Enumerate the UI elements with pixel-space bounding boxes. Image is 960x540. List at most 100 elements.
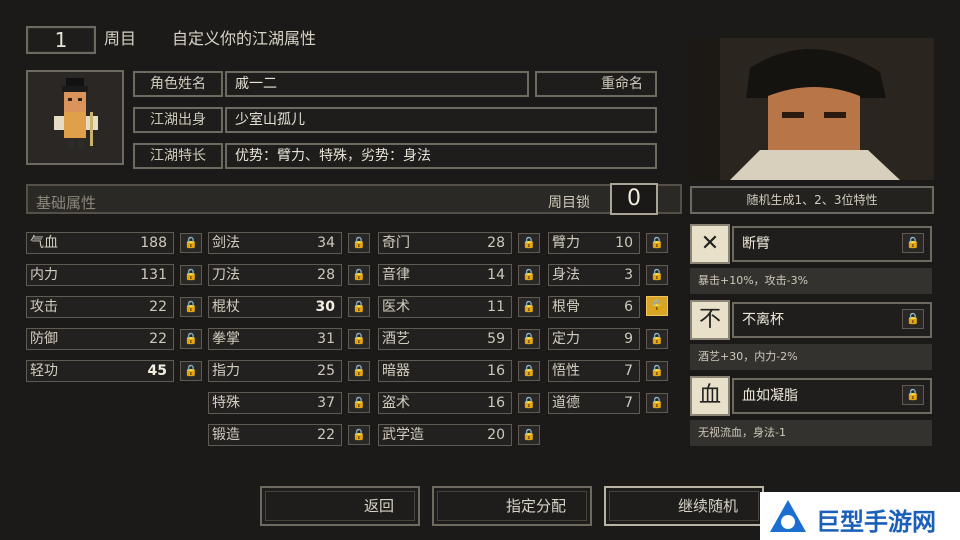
stat-name: 盗术 [382, 395, 410, 411]
lock-icon[interactable]: 🔒 [518, 233, 540, 253]
trait-desc: 暴击+10%，攻击-3% [690, 268, 932, 294]
trait-desc: 无视流血，身法-1 [690, 420, 932, 446]
lock-icon[interactable]: 🔒 [348, 265, 370, 285]
lock-icon[interactable]: 🔒 [518, 393, 540, 413]
name-field[interactable]: 戚一二 [225, 71, 529, 97]
trait-lock-icon[interactable]: 🔒 [902, 385, 924, 405]
lock-icon[interactable]: 🔒 [180, 233, 202, 253]
watermark-text: 巨型手游网 [816, 508, 936, 536]
stat-name: 攻击 [30, 299, 58, 315]
stat-value: 28 [317, 267, 335, 283]
stat-value: 28 [487, 235, 505, 251]
origin-value: 少室山孤儿 [225, 107, 657, 133]
stat-row: 攻击 22 [26, 296, 174, 318]
stat-row: 拳掌 31 [208, 328, 342, 350]
lock-icon[interactable]: 🔒 [518, 361, 540, 381]
stat-value: 10 [615, 235, 633, 251]
stat-value: 22 [149, 299, 167, 315]
stat-value: 16 [487, 395, 505, 411]
stat-row: 臂力 10 [548, 232, 640, 254]
stat-row: 奇门 28 [378, 232, 512, 254]
lock-icon[interactable]: 🔒 [180, 329, 202, 349]
watermark-logo-icon [770, 500, 806, 532]
lock-icon[interactable]: 🔒 [348, 297, 370, 317]
stat-row: 武学造 20 [378, 424, 512, 446]
lock-icon[interactable]: 🔒 [348, 329, 370, 349]
stat-row: 根骨 6 [548, 296, 640, 318]
stat-value: 3 [624, 267, 633, 283]
round-lock-label: 周目锁 [548, 195, 590, 211]
stat-row: 剑法 34 [208, 232, 342, 254]
stat-name: 酒艺 [382, 331, 410, 347]
stat-value: 7 [624, 363, 633, 379]
stat-name: 奇门 [382, 235, 410, 251]
cup-trait-icon: 不 [690, 300, 730, 340]
stat-row: 身法 3 [548, 264, 640, 286]
trait-lock-icon[interactable]: 🔒 [902, 233, 924, 253]
origin-label: 江湖出身 [133, 107, 223, 133]
lock-icon[interactable]: 🔒 [518, 425, 540, 445]
specialty-label: 江湖特长 [133, 143, 223, 169]
character-portrait [690, 38, 934, 180]
stat-row: 悟性 7 [548, 360, 640, 382]
lock-icon[interactable]: 🔒 [180, 361, 202, 381]
stat-value: 131 [140, 267, 167, 283]
lock-icon[interactable]: 🔒 [646, 393, 668, 413]
back-button[interactable]: 返回 [260, 486, 420, 526]
stat-value: 7 [624, 395, 633, 411]
stat-row: 道德 7 [548, 392, 640, 414]
watermark: 巨型手游网 [760, 492, 960, 540]
lock-icon[interactable]: 🔒 [348, 233, 370, 253]
lock-icon[interactable]: 🔒 [518, 329, 540, 349]
stat-name: 防御 [30, 331, 58, 347]
round-lock-count: 0 [610, 183, 658, 215]
stat-name: 指力 [212, 363, 240, 379]
stat-name: 内力 [30, 267, 58, 283]
stat-value: 188 [140, 235, 167, 251]
stat-row: 棍杖 30 [208, 296, 342, 318]
stat-value: 45 [147, 363, 167, 379]
stat-value: 22 [149, 331, 167, 347]
attributes-title: 基础属性 [36, 194, 97, 212]
stat-value: 16 [487, 363, 505, 379]
stat-row: 酒艺 59 [378, 328, 512, 350]
lock-icon[interactable]: 🔒 [646, 233, 668, 253]
assign-button[interactable]: 指定分配 [432, 486, 592, 526]
broken-arm-icon: ✕ [690, 224, 730, 264]
lock-icon[interactable]: 🔒 [180, 265, 202, 285]
stat-name: 锻造 [212, 427, 240, 443]
stat-name: 医术 [382, 299, 410, 315]
lock-icon[interactable]: 🔒 [646, 361, 668, 381]
stat-row: 指力 25 [208, 360, 342, 382]
traits-header: 随机生成1、2、3位特性 [690, 186, 934, 214]
lock-icon[interactable]: 🔒 [348, 425, 370, 445]
rename-button[interactable]: 重命名 [535, 71, 657, 97]
stat-row: 定力 9 [548, 328, 640, 350]
stat-name: 特殊 [212, 395, 240, 411]
round-value: 1 [54, 28, 68, 52]
blood-trait-icon: 血 [690, 376, 730, 416]
lock-icon[interactable]: 🔒 [348, 361, 370, 381]
name-label: 角色姓名 [133, 71, 223, 97]
lock-icon-active[interactable]: 🔒 [646, 296, 668, 316]
lock-icon[interactable]: 🔒 [646, 265, 668, 285]
round-label: 周目 [104, 29, 137, 48]
stat-value: 30 [315, 299, 335, 315]
stat-value: 59 [487, 331, 505, 347]
lock-icon[interactable]: 🔒 [180, 297, 202, 317]
stat-name: 刀法 [212, 267, 240, 283]
reroll-button[interactable]: 继续随机 [604, 486, 764, 526]
stat-value: 6 [624, 299, 633, 315]
stat-row: 锻造 22 [208, 424, 342, 446]
stat-value: 14 [487, 267, 505, 283]
lock-icon[interactable]: 🔒 [646, 329, 668, 349]
lock-icon[interactable]: 🔒 [518, 297, 540, 317]
lock-icon[interactable]: 🔒 [518, 265, 540, 285]
stat-value: 11 [487, 299, 505, 315]
stat-name: 轻功 [30, 363, 58, 379]
stat-row: 医术 11 [378, 296, 512, 318]
trait-lock-icon[interactable]: 🔒 [902, 309, 924, 329]
stat-name: 武学造 [382, 427, 424, 443]
lock-icon[interactable]: 🔒 [348, 393, 370, 413]
stat-value: 22 [317, 427, 335, 443]
